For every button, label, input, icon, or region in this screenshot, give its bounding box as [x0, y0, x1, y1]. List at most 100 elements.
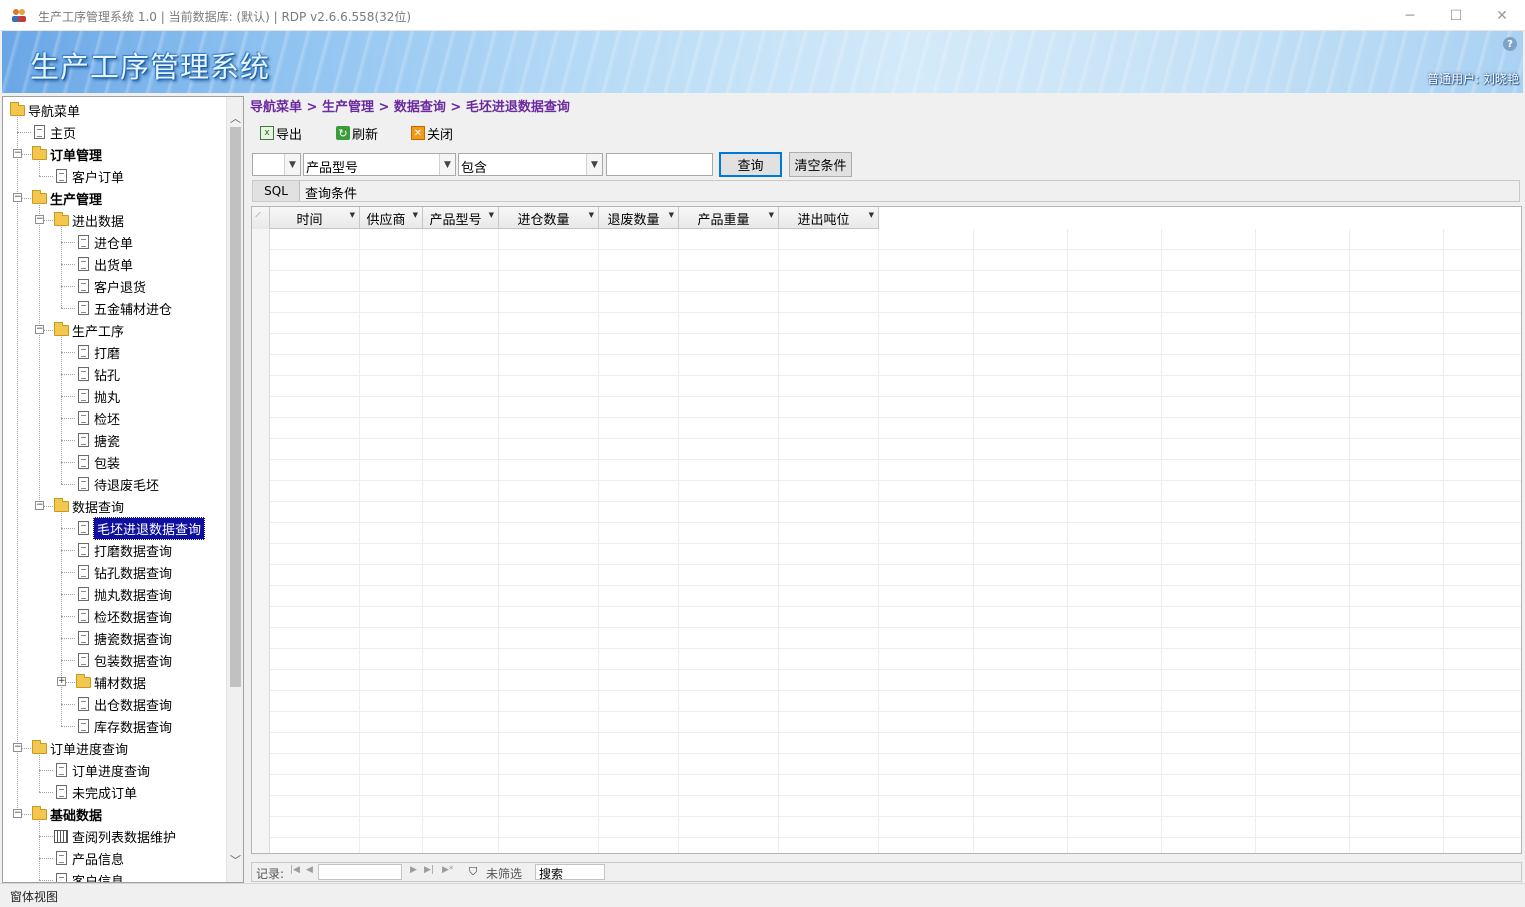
scroll-up-icon[interactable]: ︿ — [227, 109, 243, 126]
nav-scrollbar[interactable]: ︿ ﹀ — [226, 97, 243, 882]
logic-select[interactable]: ▼ — [252, 153, 301, 176]
nav-item[interactable]: 导航菜单 — [9, 99, 80, 121]
window-title: 生产工序管理系统 1.0 | 当前数据库: (默认) | RDP v2.6.6.… — [38, 10, 412, 24]
column-filter-icon[interactable]: ▼ — [589, 211, 594, 219]
document-icon — [75, 300, 91, 316]
chevron-down-icon[interactable]: ▼ — [284, 154, 300, 175]
nav-item[interactable]: 出货单 — [75, 253, 133, 275]
collapse-icon[interactable]: − — [35, 501, 44, 510]
nav-item[interactable]: 包装数据查询 — [75, 649, 172, 671]
folder-open-icon — [75, 673, 91, 690]
column-header[interactable]: 进仓数量 ▼ — [499, 207, 599, 229]
column-header[interactable]: 退废数量 ▼ — [599, 207, 679, 229]
refresh-button[interactable]: ↻ 刷新 — [336, 122, 378, 144]
column-filter-icon[interactable]: ▼ — [869, 211, 874, 219]
nav-item[interactable]: 库存数据查询 — [75, 715, 172, 737]
column-filter-icon[interactable]: ▼ — [350, 211, 355, 219]
column-filter-icon[interactable]: ▼ — [769, 211, 774, 219]
export-button[interactable]: x 导出 — [260, 122, 302, 144]
collapse-icon[interactable]: − — [35, 325, 44, 334]
nav-item[interactable]: 进仓单 — [75, 231, 133, 253]
maximize-button[interactable]: ☐ — [1433, 0, 1479, 31]
close-label: 关闭 — [427, 127, 454, 143]
query-button[interactable]: 查询 — [719, 152, 782, 177]
last-record-icon[interactable]: ▶| — [424, 865, 434, 875]
nav-item[interactable]: 检坯数据查询 — [75, 605, 172, 627]
nav-item[interactable]: 搪瓷 — [75, 429, 120, 451]
column-filter-icon[interactable]: ▼ — [489, 211, 494, 219]
nav-item[interactable]: 包装 — [75, 451, 120, 473]
next-record-icon[interactable]: ▶ — [410, 865, 417, 875]
grid-rows[interactable] — [270, 229, 1521, 853]
nav-item[interactable]: 数据查询 — [53, 495, 124, 517]
collapse-icon[interactable]: − — [13, 809, 22, 818]
nav-item[interactable]: 进出数据 — [53, 209, 124, 231]
scroll-down-icon[interactable]: ﹀ — [227, 851, 243, 868]
nav-item[interactable]: 检坯 — [75, 407, 120, 429]
clear-conditions-button[interactable]: 清空条件 — [789, 152, 852, 177]
nav-item[interactable]: 生产工序 — [53, 319, 124, 341]
close-window-button[interactable]: ✕ — [1479, 0, 1525, 31]
nav-item[interactable]: 抛丸数据查询 — [75, 583, 172, 605]
nav-item[interactable]: 打磨数据查询 — [75, 539, 172, 561]
operator-select[interactable]: 包含 ▼ — [458, 153, 603, 176]
column-header[interactable]: 时间 ▼ — [270, 207, 360, 229]
collapse-icon[interactable]: − — [13, 149, 22, 158]
nav-item[interactable]: 订单进度查询 — [53, 759, 150, 781]
nav-item[interactable]: 五金辅材进仓 — [75, 297, 172, 319]
nav-item[interactable]: 辅材数据 — [75, 671, 146, 693]
scroll-thumb[interactable] — [230, 127, 241, 687]
column-header[interactable]: 进出吨位 ▼ — [779, 207, 879, 229]
grid-corner[interactable] — [252, 207, 270, 229]
collapse-icon[interactable]: − — [13, 193, 22, 202]
filter-icon[interactable]: ⛉ — [469, 866, 481, 878]
new-record-icon[interactable]: ▶* — [442, 865, 453, 875]
nav-item[interactable]: 订单进度查询 — [31, 737, 128, 759]
field-select[interactable]: 产品型号 ▼ — [303, 153, 456, 176]
nav-item[interactable]: 钻孔数据查询 — [75, 561, 172, 583]
breadcrumb: 导航菜单 > 生产管理 > 数据查询 > 毛坯进退数据查询 — [250, 100, 570, 115]
expand-icon[interactable]: + — [57, 677, 66, 686]
nav-item[interactable]: 抛丸 — [75, 385, 120, 407]
tree-connector — [39, 176, 53, 177]
close-button[interactable]: ✕ 关闭 — [411, 122, 453, 144]
chevron-down-icon[interactable]: ▼ — [586, 154, 602, 175]
nav-item[interactable]: 未完成订单 — [53, 781, 137, 803]
title-bar: 生产工序管理系统 1.0 | 当前数据库: (默认) | RDP v2.6.6.… — [0, 0, 1525, 31]
help-icon[interactable]: ? — [1503, 37, 1517, 51]
nav-item[interactable]: 搪瓷数据查询 — [75, 627, 172, 649]
nav-item[interactable]: 订单管理 — [31, 143, 102, 165]
first-record-icon[interactable]: |◀ — [290, 865, 300, 875]
collapse-icon[interactable]: − — [35, 215, 44, 224]
nav-item[interactable]: 出仓数据查询 — [75, 693, 172, 715]
nav-item[interactable]: 打磨 — [75, 341, 120, 363]
nav-item[interactable]: 钻孔 — [75, 363, 120, 385]
nav-item[interactable]: 产品信息 — [53, 847, 124, 869]
column-header[interactable]: 产品型号 ▼ — [423, 207, 499, 229]
nav-item[interactable]: 生产管理 — [31, 187, 102, 209]
tree-connector — [61, 550, 75, 551]
tree-connector — [61, 726, 75, 727]
column-filter-icon[interactable]: ▼ — [669, 211, 674, 219]
nav-item[interactable]: 待退废毛坯 — [75, 473, 159, 495]
data-grid[interactable]: 时间 ▼ 供应商 ▼ 产品型号 ▼ 进仓数量 ▼ 退废数量 ▼ 产品重量 ▼ 进出吨位 ▼ — [251, 206, 1522, 854]
column-header[interactable]: 产品重量 ▼ — [679, 207, 779, 229]
collapse-icon[interactable]: − — [13, 743, 22, 752]
previous-record-icon[interactable]: ◀ — [306, 865, 313, 875]
nav-item[interactable]: 客户退货 — [75, 275, 146, 297]
minimize-button[interactable]: ─ — [1387, 0, 1433, 31]
record-number-input[interactable] — [318, 864, 402, 880]
nav-item[interactable]: 主页 — [31, 121, 76, 143]
nav-item[interactable]: 查阅列表数据维护 — [53, 825, 176, 847]
search-box[interactable]: 搜索 — [535, 864, 605, 881]
sql-button[interactable]: SQL — [253, 181, 300, 201]
chevron-down-icon[interactable]: ▼ — [439, 154, 455, 175]
query-value-input[interactable] — [606, 153, 713, 176]
nav-item[interactable]: 客户订单 — [53, 165, 124, 187]
nav-item[interactable]: 毛坯进退数据查询 — [75, 516, 206, 540]
column-filter-icon[interactable]: ▼ — [413, 211, 418, 219]
filter-status[interactable]: 未筛选 — [486, 865, 522, 882]
nav-item[interactable]: 客户信息 — [53, 869, 124, 882]
column-header[interactable]: 供应商 ▼ — [360, 207, 423, 229]
nav-item[interactable]: 基础数据 — [31, 803, 102, 825]
